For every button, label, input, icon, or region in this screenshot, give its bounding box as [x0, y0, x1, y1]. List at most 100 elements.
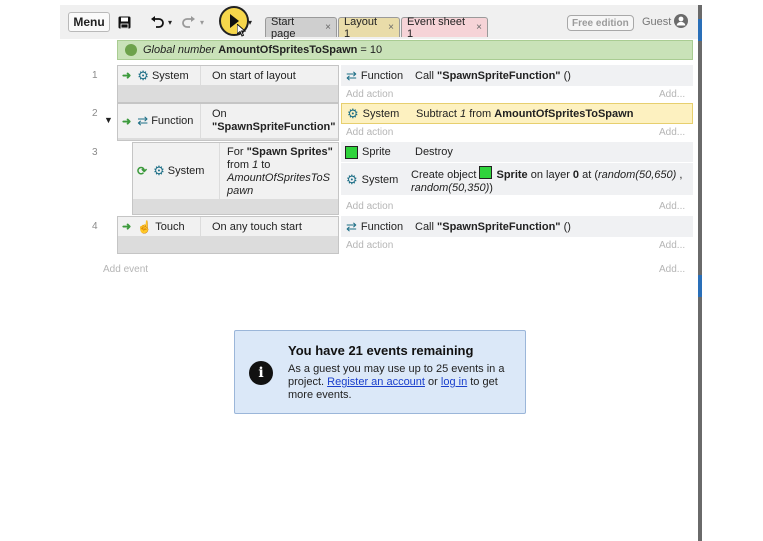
- action-object: ⇄ Function: [341, 68, 411, 84]
- free-edition-badge[interactable]: Free edition: [567, 15, 634, 31]
- log-in-link[interactable]: log in: [441, 376, 467, 388]
- loop-icon: ⟳: [137, 164, 148, 178]
- condition-object[interactable]: ⟳ ⚙ System: [133, 143, 219, 199]
- menu-button[interactable]: Menu: [68, 12, 110, 32]
- action-object-name: System: [362, 107, 400, 120]
- action-object-name: Function: [360, 69, 404, 82]
- add-action-link[interactable]: Add action: [346, 89, 393, 100]
- system-gear-icon: ⚙: [137, 67, 149, 83]
- globe-icon: [125, 44, 137, 56]
- action-row-selected[interactable]: ⚙ System Subtract 1 from AmountOfSpritesT…: [341, 103, 693, 124]
- tab-layout-1[interactable]: Layout 1 ×: [338, 15, 400, 40]
- action-object: ⇄ Function: [341, 219, 411, 235]
- event-sheet: Global number AmountOfSpritesToSpawn = 1…: [60, 39, 700, 541]
- global-variable-row[interactable]: Global number AmountOfSpritesToSpawn = 1…: [117, 40, 693, 60]
- event-number: 3: [92, 147, 98, 158]
- save-icon[interactable]: [118, 14, 131, 30]
- condition-object-name: System: [167, 165, 205, 177]
- tab-label: Event sheet 1: [407, 15, 466, 40]
- tab-label: Layout 1: [344, 15, 378, 40]
- mouse-cursor-icon: [236, 22, 247, 40]
- side-accent: [698, 275, 702, 297]
- condition-object-name: System: [151, 69, 189, 82]
- action-object: ⚙ System: [342, 106, 412, 122]
- menu-button-label: Menu: [73, 15, 105, 29]
- global-var-name: AmountOfSpritesToSpawn: [218, 44, 358, 56]
- condition-text-line: On: [212, 108, 227, 120]
- add-action-link[interactable]: Add action: [346, 201, 393, 212]
- add-action-link[interactable]: Add action: [346, 240, 393, 251]
- undo-dropdown-icon[interactable]: ▾: [168, 14, 172, 30]
- tab-start-page[interactable]: Start page ×: [265, 15, 337, 40]
- function-swap-icon: ⇄: [346, 67, 357, 83]
- redo-icon[interactable]: [182, 14, 196, 30]
- info-icon: i: [249, 361, 273, 385]
- collapse-triangle-icon[interactable]: ▼: [104, 115, 113, 125]
- close-tab-icon[interactable]: ×: [476, 22, 482, 33]
- redo-dropdown-icon[interactable]: ▾: [200, 14, 204, 30]
- global-var-type: Global number: [143, 44, 216, 56]
- preview-dropdown-icon[interactable]: ▾: [248, 14, 252, 30]
- trigger-arrow-icon: ➜: [122, 115, 132, 128]
- sprite-icon: [479, 166, 493, 179]
- notice-body: As a guest you may use up to 25 events i…: [288, 363, 505, 401]
- global-var-value: = 10: [360, 44, 383, 56]
- condition-text[interactable]: For "Spawn Sprites" from 1 to AmountOfSp…: [220, 143, 338, 199]
- action-text: Call "SpawnSpriteFunction" (): [415, 69, 571, 82]
- action-text: Destroy: [415, 146, 453, 158]
- event-number: 1: [92, 70, 98, 81]
- condition-text[interactable]: On "SpawnSpriteFunction": [201, 104, 338, 138]
- condition-object[interactable]: ➜ ⇄ Function: [118, 104, 200, 138]
- guest-avatar-icon[interactable]: [674, 14, 688, 28]
- action-object: Sprite: [341, 145, 415, 159]
- condition-text-label: On any touch start: [212, 220, 302, 233]
- guest-label: Guest: [642, 16, 672, 28]
- add-event-link[interactable]: Add event: [103, 264, 148, 275]
- action-row[interactable]: ⇄ Function Call "SpawnSpriteFunction" (): [341, 65, 693, 86]
- add-more-link[interactable]: Add...: [659, 127, 685, 138]
- add-more-link[interactable]: Add...: [659, 201, 685, 212]
- trigger-arrow-icon: ➜: [122, 221, 132, 233]
- action-object-name: System: [361, 174, 399, 186]
- close-tab-icon[interactable]: ×: [388, 22, 394, 33]
- side-accent: [698, 19, 702, 41]
- system-gear-icon: ⚙: [347, 105, 359, 121]
- system-gear-icon: ⚙: [153, 163, 165, 178]
- action-object-name: Function: [360, 220, 404, 233]
- condition-object-name: Touch: [155, 220, 185, 233]
- action-object: ⚙ System: [341, 172, 411, 188]
- event-number: 4: [92, 221, 98, 232]
- event-number: 2: [92, 108, 98, 119]
- register-account-link[interactable]: Register an account: [327, 376, 425, 388]
- sprite-icon: [345, 145, 358, 159]
- condition-text-label: On start of layout: [212, 69, 296, 82]
- condition-text-line: "SpawnSpriteFunction": [212, 121, 336, 133]
- right-edge-strip: [698, 5, 702, 541]
- condition-object[interactable]: ➜ ⚙ System: [118, 66, 200, 85]
- action-object-name: Sprite: [362, 146, 391, 158]
- add-more-link[interactable]: Add...: [659, 89, 685, 100]
- guest-events-notice: i You have 21 events remaining As a gues…: [234, 330, 526, 414]
- action-text: Call "SpawnSpriteFunction" (): [415, 220, 571, 233]
- action-text: Subtract 1 from AmountOfSpritesToSpawn: [416, 107, 634, 120]
- notice-title: You have 21 events remaining: [288, 343, 474, 358]
- condition-text[interactable]: On start of layout: [201, 66, 338, 85]
- add-more-link[interactable]: Add...: [659, 240, 685, 251]
- close-tab-icon[interactable]: ×: [325, 22, 331, 33]
- add-event-more-link[interactable]: Add...: [659, 264, 685, 275]
- action-text: Create object Sprite on layer 0 at (rand…: [411, 166, 689, 195]
- tab-event-sheet-1[interactable]: Event sheet 1 ×: [401, 15, 488, 40]
- construct-editor: Menu ▾ ▾ ▾ Start page × Layout 1 × Event s…: [60, 5, 700, 541]
- function-swap-icon: ⇄: [137, 113, 149, 128]
- condition-object[interactable]: ➜ ☝ Touch: [118, 217, 200, 236]
- undo-icon[interactable]: [150, 14, 164, 30]
- action-row[interactable]: ⚙ System Create object Sprite on layer 0 …: [341, 163, 693, 195]
- add-action-link[interactable]: Add action: [346, 127, 393, 138]
- system-gear-icon: ⚙: [346, 172, 358, 187]
- tab-label: Start page: [271, 15, 296, 40]
- action-row[interactable]: Sprite Destroy: [341, 142, 693, 162]
- condition-object-name: Function: [151, 115, 194, 127]
- condition-text[interactable]: On any touch start: [201, 217, 338, 236]
- action-row[interactable]: ⇄ Function Call "SpawnSpriteFunction" (): [341, 216, 693, 237]
- trigger-arrow-icon: ➜: [122, 70, 132, 82]
